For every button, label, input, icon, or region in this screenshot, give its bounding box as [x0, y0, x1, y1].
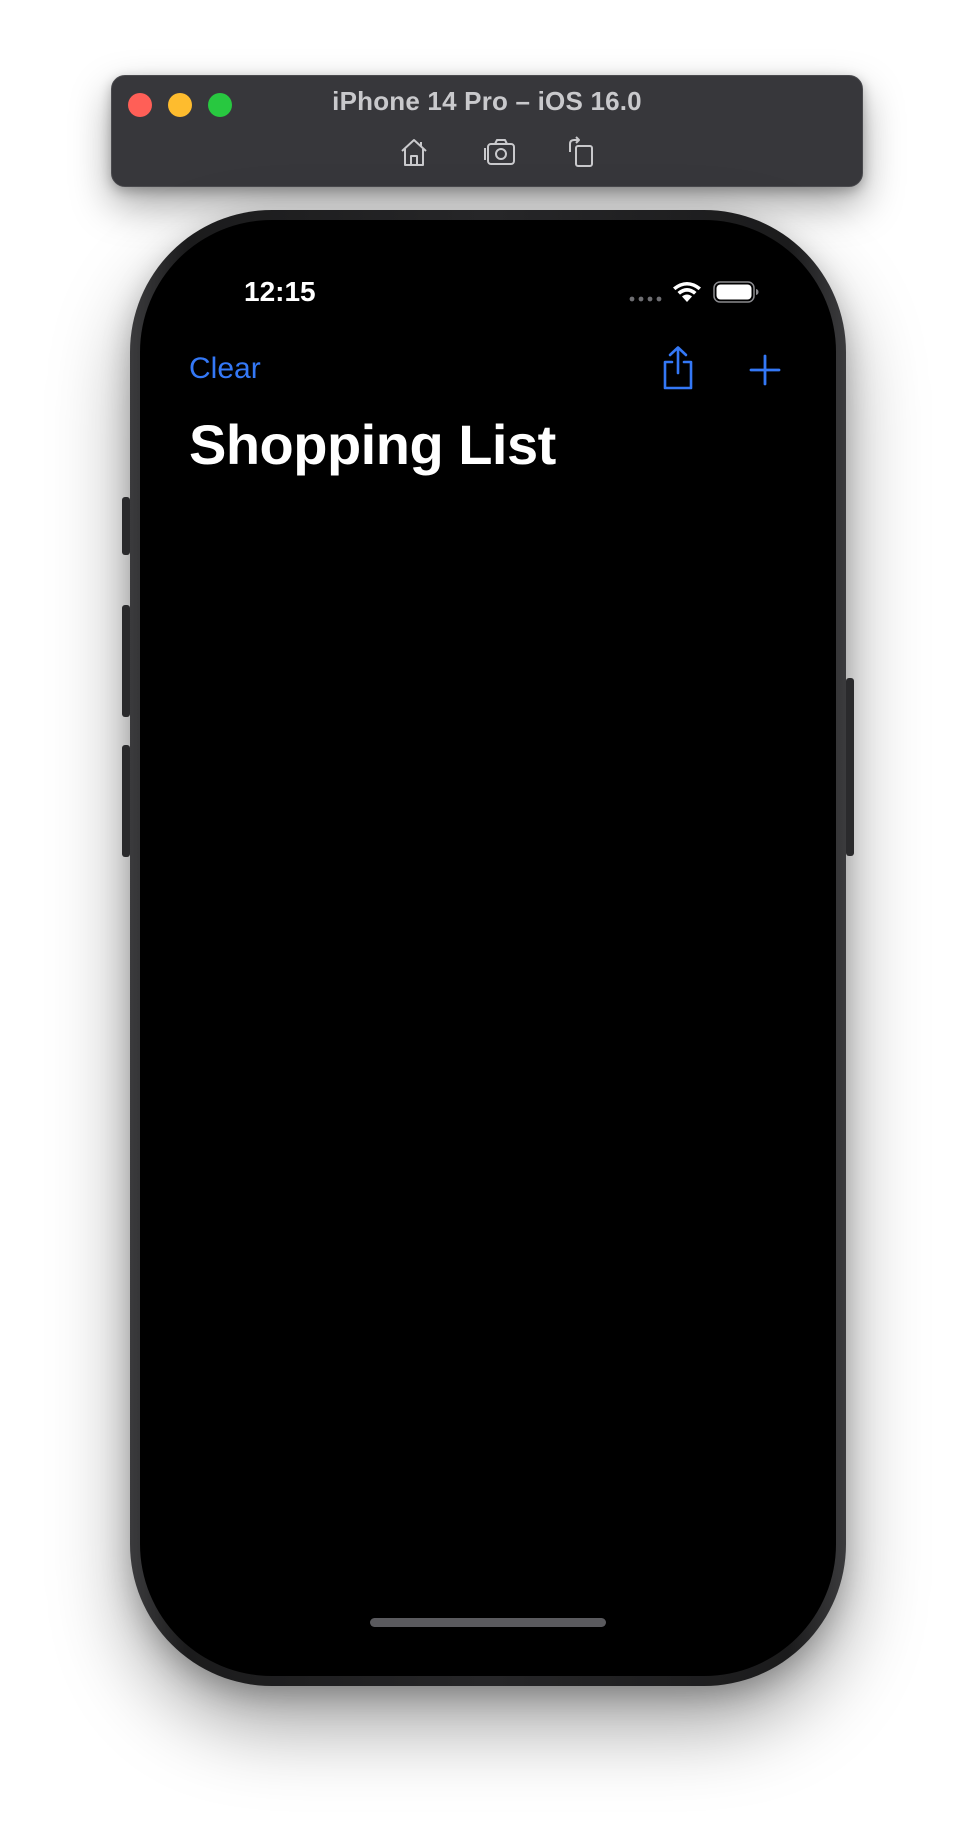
phone-screen: 12:15 Clear Shopping List	[140, 220, 836, 1676]
action-button	[122, 497, 130, 555]
status-bar-time: 12:15	[244, 276, 316, 307]
add-icon[interactable]	[749, 354, 781, 386]
rotate-icon[interactable]	[565, 136, 599, 168]
cellular-signal-icon	[629, 296, 663, 302]
share-icon[interactable]	[660, 345, 696, 391]
volume-down-button	[122, 745, 130, 857]
volume-up-button	[122, 605, 130, 717]
simulator-title: iPhone 14 Pro – iOS 16.0	[332, 86, 642, 116]
home-indicator[interactable]	[370, 1618, 606, 1627]
screenshot-icon[interactable]	[484, 136, 518, 168]
power-button	[846, 678, 854, 856]
simulator-stage: iPhone 14 Pro – iOS 16.0 12:15 Clear Sho…	[0, 0, 974, 1836]
clear-button[interactable]: Clear	[189, 352, 261, 386]
dynamic-island	[388, 262, 588, 314]
wifi-icon	[671, 280, 703, 304]
page-title: Shopping List	[189, 413, 556, 476]
home-icon[interactable]	[397, 136, 431, 168]
battery-icon	[713, 281, 759, 303]
